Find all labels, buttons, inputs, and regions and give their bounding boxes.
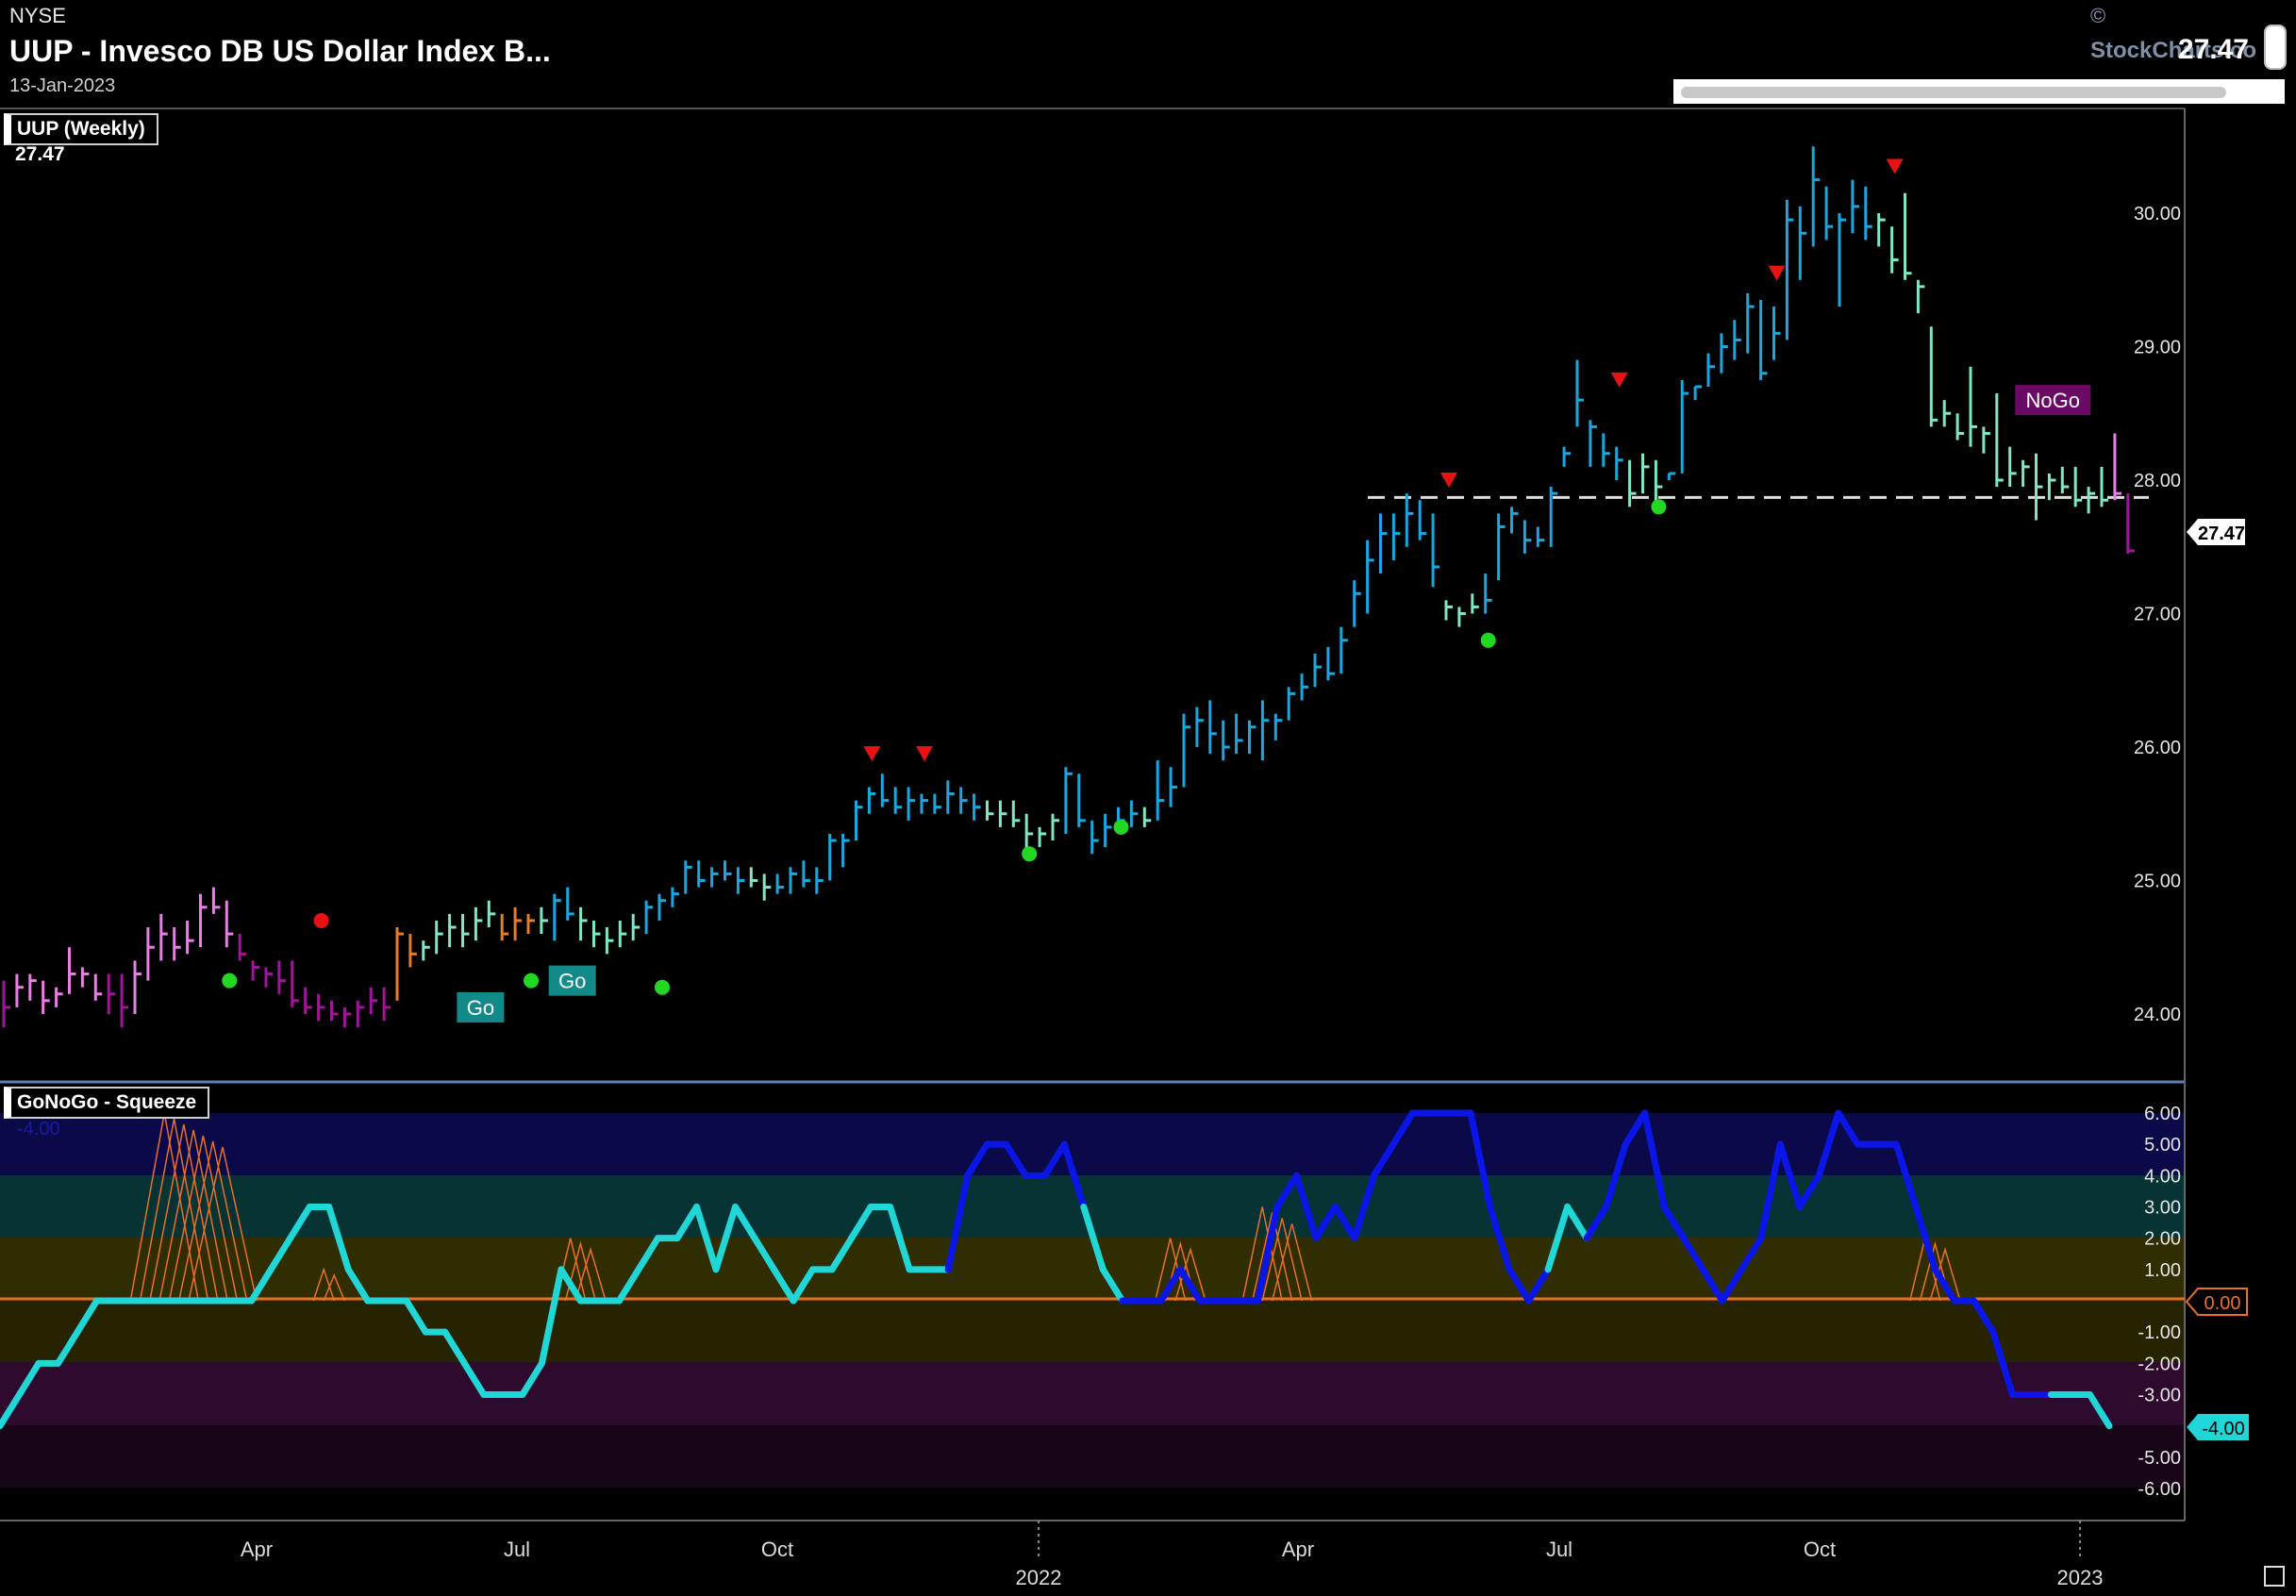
squeeze-tick-label: -5.00 [2138, 1448, 2181, 1469]
price-current-tag: 27.47 [2187, 519, 2245, 545]
squeeze-panel-value: -4.00 [17, 1119, 60, 1139]
go-label-text: Go [467, 996, 494, 1020]
price-tick-label: 24.00 [2134, 1005, 2181, 1025]
price-panel-value: 27.47 [15, 143, 65, 165]
go-trend-dot [222, 973, 238, 989]
squeeze-current-tag: -4.00 [2187, 1414, 2249, 1440]
price-tick-label: 26.00 [2134, 738, 2181, 758]
go-trend-dot [1022, 846, 1038, 862]
month-label-oct-2021: Oct [761, 1538, 793, 1561]
countertrend-triangle [1440, 473, 1457, 488]
price-bars [2, 146, 2135, 1028]
squeeze-tick-label: -2.00 [2138, 1354, 2181, 1374]
go-trend-dot [1480, 632, 1496, 648]
squeeze-panel-label[interactable]: GoNoGo - Squeeze [4, 1087, 210, 1119]
go-label-text: Go [558, 970, 586, 993]
month-label-apr-2022: Apr [1282, 1538, 1314, 1561]
squeeze-tick-label: -1.00 [2138, 1322, 2181, 1343]
countertrend-triangle [1610, 372, 1628, 388]
squeeze-tag-text: -4.00 [2202, 1419, 2245, 1439]
squeeze-tick-label: -6.00 [2138, 1479, 2181, 1500]
squeeze-zero-tag: 0.00 [2185, 1288, 2248, 1316]
nogo-trend-dot [313, 912, 329, 928]
year-label-2022: 2022 [1016, 1566, 1062, 1589]
year-label-2023: 2023 [2057, 1566, 2104, 1589]
price-tag-text: 27.47 [2198, 524, 2245, 544]
go-trend-dot [655, 979, 670, 995]
price-panel-label[interactable]: UUP (Weekly) [4, 113, 158, 145]
signal-markers: Go Go NoGo [222, 158, 2091, 1022]
price-tick-label: 28.00 [2134, 471, 2181, 491]
countertrend-triangle [1886, 158, 1904, 175]
squeeze-tick-label: 4.00 [2144, 1166, 2181, 1187]
month-label-jul-2021: Jul [504, 1538, 530, 1561]
zero-tag-text: 0.00 [2204, 1293, 2241, 1314]
go-trend-dot [1113, 819, 1129, 835]
nogo-label-text: NoGo [2026, 389, 2080, 412]
chart-settings-icon[interactable] [2264, 1566, 2285, 1587]
countertrend-triangle [916, 746, 933, 762]
go-trend-dot [1651, 499, 1667, 515]
squeeze-tick-label: 2.00 [2144, 1229, 2181, 1250]
countertrend-triangle [863, 746, 881, 762]
countertrend-triangle [1768, 265, 1786, 281]
price-tick-label: 25.00 [2134, 872, 2181, 892]
month-label-apr-2021: Apr [241, 1538, 273, 1561]
squeeze-tick-label: 5.00 [2144, 1135, 2181, 1155]
go-trend-dot [524, 973, 539, 989]
squeeze-tick-label: -3.00 [2138, 1386, 2181, 1406]
price-y-axis: 30.00 29.00 28.00 27.00 26.00 25.00 24.00 [2134, 204, 2181, 1025]
price-tick-label: 30.00 [2134, 204, 2181, 224]
month-label-oct-2022: Oct [1804, 1538, 1836, 1561]
price-tick-label: 27.00 [2134, 605, 2181, 625]
squeeze-tick-label: 6.00 [2144, 1104, 2181, 1124]
squeeze-tick-label: 1.00 [2144, 1260, 2181, 1281]
month-label-jul-2022: Jul [1546, 1538, 1572, 1561]
chart-canvas: 30.00 29.00 28.00 27.00 26.00 25.00 24.00 6.00… [0, 108, 2249, 1589]
price-tick-label: 29.00 [2134, 338, 2181, 358]
squeeze-tick-label: 3.00 [2144, 1198, 2181, 1219]
